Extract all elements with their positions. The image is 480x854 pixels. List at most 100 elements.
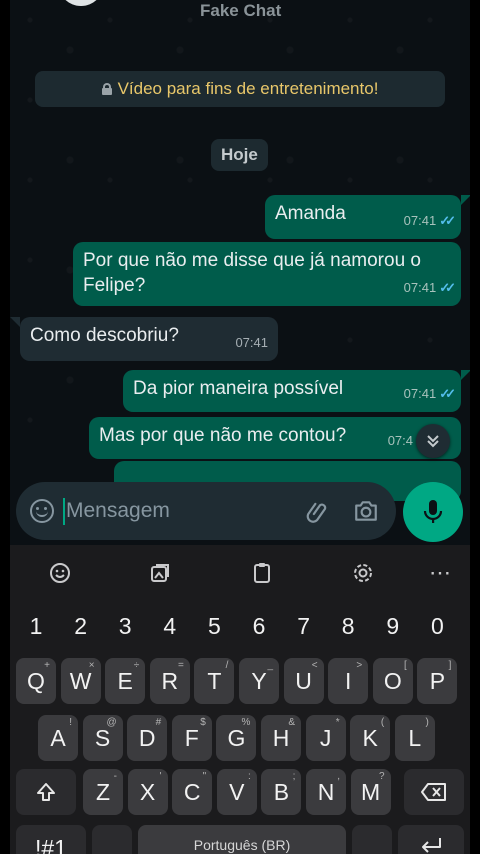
period-key[interactable] (352, 825, 392, 854)
key-i[interactable]: I > (328, 658, 369, 704)
left-bezel (0, 0, 10, 854)
key-b[interactable]: B; (261, 769, 302, 815)
shift-key[interactable] (16, 769, 76, 815)
key-6[interactable]: 6 (239, 603, 279, 649)
key-label: 9 (386, 612, 400, 639)
message-bubble-outgoing[interactable]: Por que não me disse que já namorou o Fe… (73, 242, 461, 306)
key-secondary-label: ' (159, 771, 162, 782)
key-8[interactable]: 8 (328, 603, 368, 649)
read-ticks-icon: ✓✓ (439, 386, 456, 401)
key-secondary-label: + (44, 660, 50, 671)
message-time: 07:41 (403, 386, 437, 401)
key-secondary-label: < (311, 660, 318, 671)
key-secondary-label: % (241, 717, 251, 728)
mic-button[interactable] (403, 482, 463, 542)
key-p[interactable]: P] (417, 658, 458, 704)
key-secondary-label: ? (379, 771, 385, 782)
message-bubble-outgoing[interactable]: Mas por que não me contou? 07:4 (89, 417, 461, 459)
message-input[interactable] (66, 494, 296, 528)
key-label: G (227, 724, 246, 751)
key-c[interactable]: C " (172, 769, 213, 815)
key-label: Y (251, 667, 267, 694)
key-r[interactable]: R = (149, 658, 190, 704)
key-t[interactable]: T / (194, 658, 235, 704)
key-secondary-label: : (248, 771, 251, 782)
key-secondary-label: ÷ (133, 660, 140, 671)
sticker-icon[interactable] (144, 557, 176, 589)
lock-icon (101, 83, 112, 95)
key-f[interactable]: F $ (171, 715, 212, 761)
key-j[interactable]: J * (305, 715, 346, 761)
enter-key[interactable] (398, 825, 464, 854)
message-composer[interactable] (16, 482, 396, 540)
clipboard-icon[interactable] (246, 557, 278, 589)
key-label: L (408, 724, 422, 751)
key-o[interactable]: O[ (372, 658, 413, 704)
key-x[interactable]: X ' (127, 769, 168, 815)
date-chip: Hoje (211, 139, 268, 171)
key-secondary-label: ) (425, 717, 429, 728)
message-bubble-outgoing[interactable]: Da pior maneira possível 07:41 ✓✓ (123, 370, 461, 412)
key-secondary-label: [ (404, 660, 407, 671)
message-bubble-incoming[interactable]: Como descobriu? 07:41 (20, 317, 278, 361)
key-v[interactable]: V: (216, 769, 257, 815)
avatar[interactable] (58, 0, 104, 6)
key-label: W (69, 667, 92, 694)
emoji-icon[interactable] (44, 557, 76, 589)
key-w[interactable]: W × (60, 658, 101, 704)
message-text: Amanda (275, 203, 346, 224)
camera-icon[interactable] (353, 498, 379, 524)
message-meta: 07:41 ✓✓ (403, 381, 456, 406)
key-y[interactable]: Y _ (239, 658, 279, 704)
key-5[interactable]: 5 (194, 603, 234, 649)
paperclip-icon[interactable] (306, 499, 332, 525)
key-a[interactable]: A! (38, 715, 78, 761)
scroll-to-bottom-button[interactable] (416, 424, 450, 458)
chat-title[interactable]: Fake Chat (200, 1, 281, 21)
key-7[interactable]: 7 (284, 603, 324, 649)
more-icon[interactable]: ⋯ (424, 557, 456, 589)
key-2[interactable]: 2 (61, 603, 101, 649)
key-label: N (317, 778, 335, 805)
key-label: 8 (341, 612, 355, 639)
key-h[interactable]: H & (261, 715, 301, 761)
key-m[interactable]: M? (350, 769, 391, 815)
key-z[interactable]: Z- (83, 769, 123, 815)
chat-area[interactable]: Fake Chat Vídeo para fins de entretenime… (10, 0, 470, 545)
message-time: 07:41 (235, 335, 268, 350)
key-q[interactable]: Q + (16, 658, 56, 704)
key-secondary-label: × (88, 660, 95, 671)
key-e[interactable]: E ÷ (105, 658, 146, 704)
message-meta: 07:41 ✓✓ (403, 208, 456, 233)
key-secondary-label: $ (200, 717, 206, 728)
key-s[interactable]: S @ (82, 715, 123, 761)
key-u[interactable]: U < (283, 658, 324, 704)
key-n[interactable]: N, (306, 769, 346, 815)
key-secondary-label: - (113, 771, 117, 782)
key-d[interactable]: D # (127, 715, 168, 761)
symbols-key[interactable]: !#1 (16, 825, 86, 854)
gear-icon[interactable] (347, 557, 379, 589)
key-label: B (273, 778, 290, 805)
emoji-icon[interactable] (30, 499, 54, 523)
key-1[interactable]: 1 (16, 603, 56, 649)
key-g[interactable]: G% (216, 715, 257, 761)
key-secondary-label: & (288, 717, 295, 728)
key-4[interactable]: 4 (150, 603, 190, 649)
message-bubble-outgoing[interactable]: Amanda 07:41 ✓✓ (265, 195, 461, 239)
message-time: 07:41 (403, 213, 437, 228)
key-label: R (161, 667, 179, 694)
key-secondary-label: @ (106, 717, 117, 728)
key-label: Z (95, 778, 111, 805)
key-label: J (319, 724, 332, 751)
soft-keyboard[interactable]: ⋯ 1 2 3 4 5 6 7 8 9 0 Q + W × E ÷ R = T / Y _ U < I > O[P] A! S @ D # F $… (10, 545, 470, 854)
key-label: 5 (207, 612, 221, 639)
comma-key[interactable] (92, 825, 132, 854)
key-k[interactable]: K( (350, 715, 391, 761)
backspace-key[interactable] (404, 769, 464, 815)
space-key[interactable]: Português (BR) (138, 825, 346, 854)
key-9[interactable]: 9 (373, 603, 413, 649)
key-l[interactable]: L) (394, 715, 435, 761)
key-3[interactable]: 3 (105, 603, 145, 649)
key-0[interactable]: 0 (417, 603, 457, 649)
